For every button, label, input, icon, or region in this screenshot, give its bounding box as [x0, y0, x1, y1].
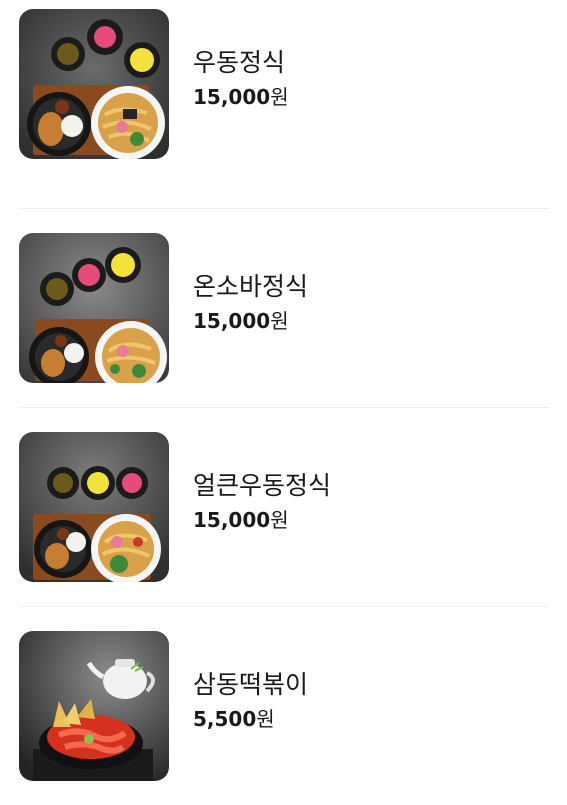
- tteokbokki-photo[interactable]: [19, 631, 169, 781]
- menu-item-info: 삼동떡볶이 5,500원: [193, 669, 308, 733]
- onsoba-set-photo[interactable]: [19, 233, 169, 383]
- menu-item-tteokbokki[interactable]: 삼동떡볶이 5,500원: [19, 606, 548, 805]
- menu-item-price: 15,000원: [193, 85, 289, 109]
- menu-item-price: 15,000원: [193, 508, 289, 532]
- udon-set-photo[interactable]: [19, 9, 169, 159]
- menu-item-price: 15,000원: [193, 309, 289, 333]
- menu-item-onsoba-set[interactable]: 온소바정식 15,000원: [19, 208, 548, 407]
- menu-item-info: 얼큰우동정식 15,000원: [193, 470, 331, 534]
- menu-item-info: 우동정식 15,000원: [193, 47, 289, 111]
- menu-item-spicy-udon-set[interactable]: 얼큰우동정식 15,000원: [19, 407, 548, 606]
- spicy-udon-set-photo[interactable]: [19, 432, 169, 582]
- menu-item-name: 얼큰우동정식: [193, 471, 332, 500]
- menu-item-info: 온소바정식 15,000원: [193, 271, 308, 335]
- menu-item-price: 5,500원: [193, 707, 275, 731]
- menu-item-name: 삼동떡볶이: [193, 670, 309, 699]
- menu-item-name: 우동정식: [193, 48, 286, 77]
- menu-item-name: 온소바정식: [193, 272, 309, 301]
- menu-list: 우동정식 15,000원 온소바정식 15,000원 얼큰우동정식 15,000…: [19, 9, 548, 805]
- menu-item-udon-set[interactable]: 우동정식 15,000원: [19, 9, 548, 208]
